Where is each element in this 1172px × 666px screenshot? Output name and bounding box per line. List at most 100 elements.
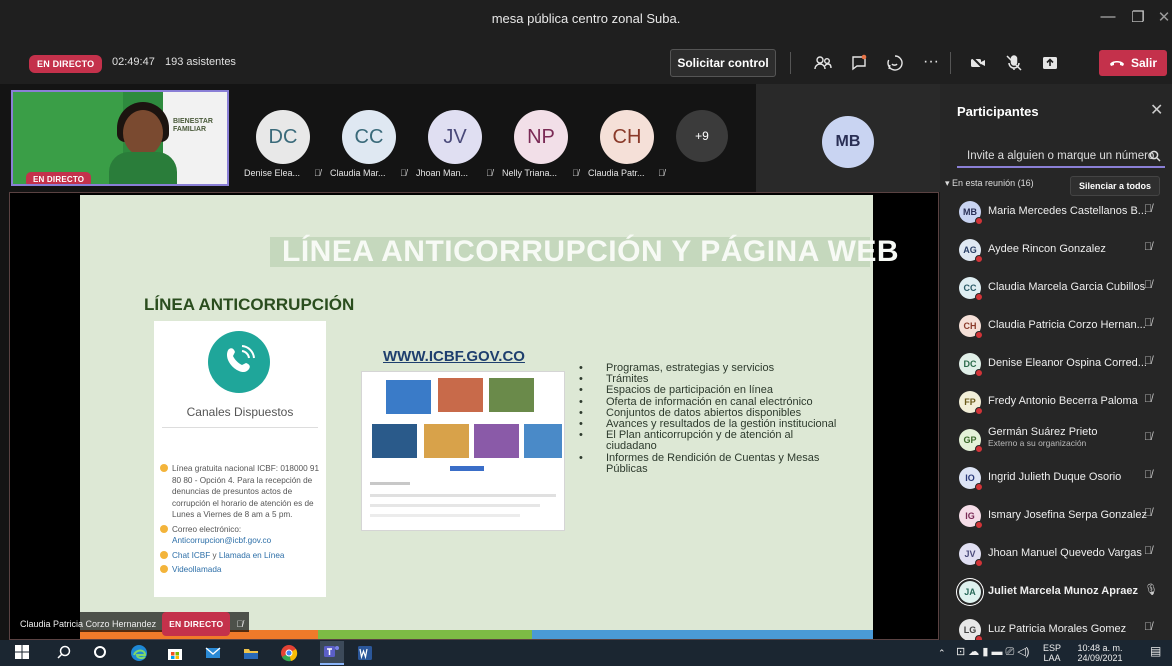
cortana-icon[interactable] [92,644,110,662]
chat-link[interactable]: Chat ICBF [172,551,210,560]
notifications-icon[interactable]: ▤ [1150,645,1161,657]
participant-row[interactable]: MB Maria Mercedes Castellanos B... 🎙̸ [940,192,1172,230]
participant-row[interactable]: LG Luz Patricia Morales Gomez 🎙̸ [940,610,1172,640]
avatar-initials: AG [963,245,977,255]
clock[interactable]: 10:48 a. m. 24/09/2021 [1070,643,1130,663]
call-link[interactable]: Llamada en Línea [219,551,285,560]
avatar: CC [959,277,983,301]
request-control-button[interactable]: Solicitar control [670,49,776,77]
language-code: ESP [1042,643,1061,653]
window-title: mesa pública centro zonal Suba. [491,11,681,26]
participant-tile[interactable]: NP Nelly Triana... 🎙̸ [498,90,584,186]
react-icon[interactable] [883,50,907,76]
avatar: DC [256,110,310,164]
avatar: JV [959,543,983,567]
word-icon[interactable] [356,644,374,662]
status-dot [975,521,983,529]
invite-input[interactable]: Invite a alguien o marque un número [957,146,1165,168]
thumbnail-image [524,424,562,458]
file-explorer-icon[interactable] [242,644,260,662]
section-header[interactable]: ▾ En esta reunión (16) [945,178,1034,189]
invite-placeholder: Invite a alguien o marque un número [967,150,1155,162]
participant-row[interactable]: IO Ingrid Julieth Duque Osorio 🎙̸ [940,458,1172,496]
card-title: Canales Dispuestos [186,405,294,419]
avatar: LG [959,619,983,640]
participant-row[interactable]: FP Fredy Antonio Becerra Paloma 🎙̸ [940,382,1172,420]
mail-icon[interactable] [204,644,222,662]
participants-icon[interactable] [811,50,835,76]
participant-row[interactable]: CH Claudia Patricia Corzo Hernan... 🎙̸ [940,306,1172,344]
participant-name: Jhoan Manuel Quevedo Vargas [988,547,1142,559]
participant-row[interactable]: JA Juliet Marcela Munoz Apraez 🎙 [940,572,1172,610]
shared-screen: LÍNEA ANTICORRUPCIÓN Y PÁGINA WEB LÍNEA … [9,192,939,640]
participant-tile[interactable]: JV Jhoan Man... 🎙̸ [412,90,498,186]
meeting-stage: BIENESTAR FAMILIAR EN DIRECTO DC Denise … [0,84,940,640]
attendee-count: 193 asistentes [165,56,236,68]
participant-row[interactable]: JV Jhoan Manuel Quevedo Vargas 🎙̸ [940,534,1172,572]
video-call-link[interactable]: Videollamada [172,565,221,574]
edge-icon[interactable] [130,644,148,662]
mic-off-icon: 🎙̸ [572,168,579,178]
participant-row[interactable]: GP Germán Suárez Prieto Externo a su organ… [940,420,1172,458]
participant-name: Luz Patricia Morales Gomez [988,623,1127,635]
site-button [450,466,484,471]
camera-off-icon[interactable] [966,50,990,76]
mic-off-icon: 🎙̸ [486,168,493,178]
avatar-initials: CH [963,321,977,331]
divider [790,52,791,74]
title-bar: mesa pública centro zonal Suba. — ❐ ✕ [0,0,1172,42]
share-screen-icon[interactable] [1038,50,1062,76]
windows-taskbar: ⌃ ⊡ ☁ ▮ ▬ ⎚ ◁) ESP LAA 10:48 a. m. 24/09/2… [0,640,1172,666]
leave-button[interactable]: Salir [1099,50,1167,76]
more-participants-button[interactable]: +9 [676,110,728,162]
mic-off-icon[interactable] [1002,50,1026,76]
store-icon[interactable] [166,644,184,662]
participant-tile[interactable]: DC Denise Elea... 🎙̸ [240,90,326,186]
participant-row[interactable]: CC Claudia Marcela Garcia Cubillos 🎙̸ [940,268,1172,306]
avatar-initials: JA [964,587,976,597]
avatar: NP [514,110,568,164]
close-panel-icon[interactable]: ✕ [1150,100,1163,120]
status-dot [975,217,983,225]
text-line [370,494,556,497]
mic-off-icon: 🎙̸ [314,168,321,178]
participant-row[interactable]: AG Aydee Rincon Gonzalez 🎙̸ [940,230,1172,268]
participant-name: Denise Elea... [244,168,301,178]
active-speaker-video[interactable]: BIENESTAR FAMILIAR EN DIRECTO [11,90,229,186]
presentation-slide: LÍNEA ANTICORRUPCIÓN Y PÁGINA WEB LÍNEA … [80,195,899,639]
mic-off-icon: 🎙̸ [1144,203,1153,215]
language-indicator[interactable]: ESP LAA [1042,643,1062,663]
chevron-down-icon: ▾ [945,178,953,188]
maximize-icon[interactable]: ❐ [1128,8,1148,26]
avatar-initials: CC [963,283,977,293]
chat-icon[interactable] [847,50,871,76]
avatar: JV [428,110,482,164]
participant-row[interactable]: DC Denise Eleanor Ospina Corred... 🎙̸ [940,344,1172,382]
chevron-up-icon[interactable]: ⌃ [938,648,946,658]
participant-tile[interactable]: CC Claudia Mar... 🎙̸ [326,90,412,186]
teams-icon[interactable] [320,641,344,665]
more-options-icon[interactable]: ··· [919,50,943,76]
avatar: CH [959,315,983,339]
minimize-icon[interactable]: — [1098,8,1118,25]
participant-name: Juliet Marcela Munoz Apraez [988,585,1138,597]
panel-title: Participantes [957,104,1039,119]
email-link[interactable]: Anticorrupcion@icbf.gov.co [172,536,271,545]
system-tray-icons[interactable]: ⊡ ☁ ▮ ▬ ⎚ ◁) [956,647,1029,658]
text-line [370,504,540,507]
spotlight-tile[interactable]: MB [756,84,940,192]
close-icon[interactable]: ✕ [1154,8,1172,26]
participant-name: Claudia Patricia Corzo Hernan... [988,319,1146,331]
avatar: CC [342,110,396,164]
participant-tile[interactable]: CH Claudia Patr... 🎙̸ [584,90,670,186]
windows-start-icon[interactable] [14,644,32,662]
participant-row[interactable]: IG Ismary Josefina Serpa Gonzalez 🎙̸ [940,496,1172,534]
participant-name: Germán Suárez Prieto [988,426,1098,438]
status-dot [975,293,983,301]
bullet-item: El Plan anticorrupción y de atención al … [574,430,844,453]
mic-off-icon: 🎙̸ [1144,621,1153,633]
search-icon[interactable] [56,644,74,662]
chrome-icon[interactable] [280,644,298,662]
channels-card: Canales Dispuestos Línea gratuita nacion… [154,321,326,597]
teams-window: mesa pública centro zonal Suba. — ❐ ✕ EN… [0,0,1172,666]
